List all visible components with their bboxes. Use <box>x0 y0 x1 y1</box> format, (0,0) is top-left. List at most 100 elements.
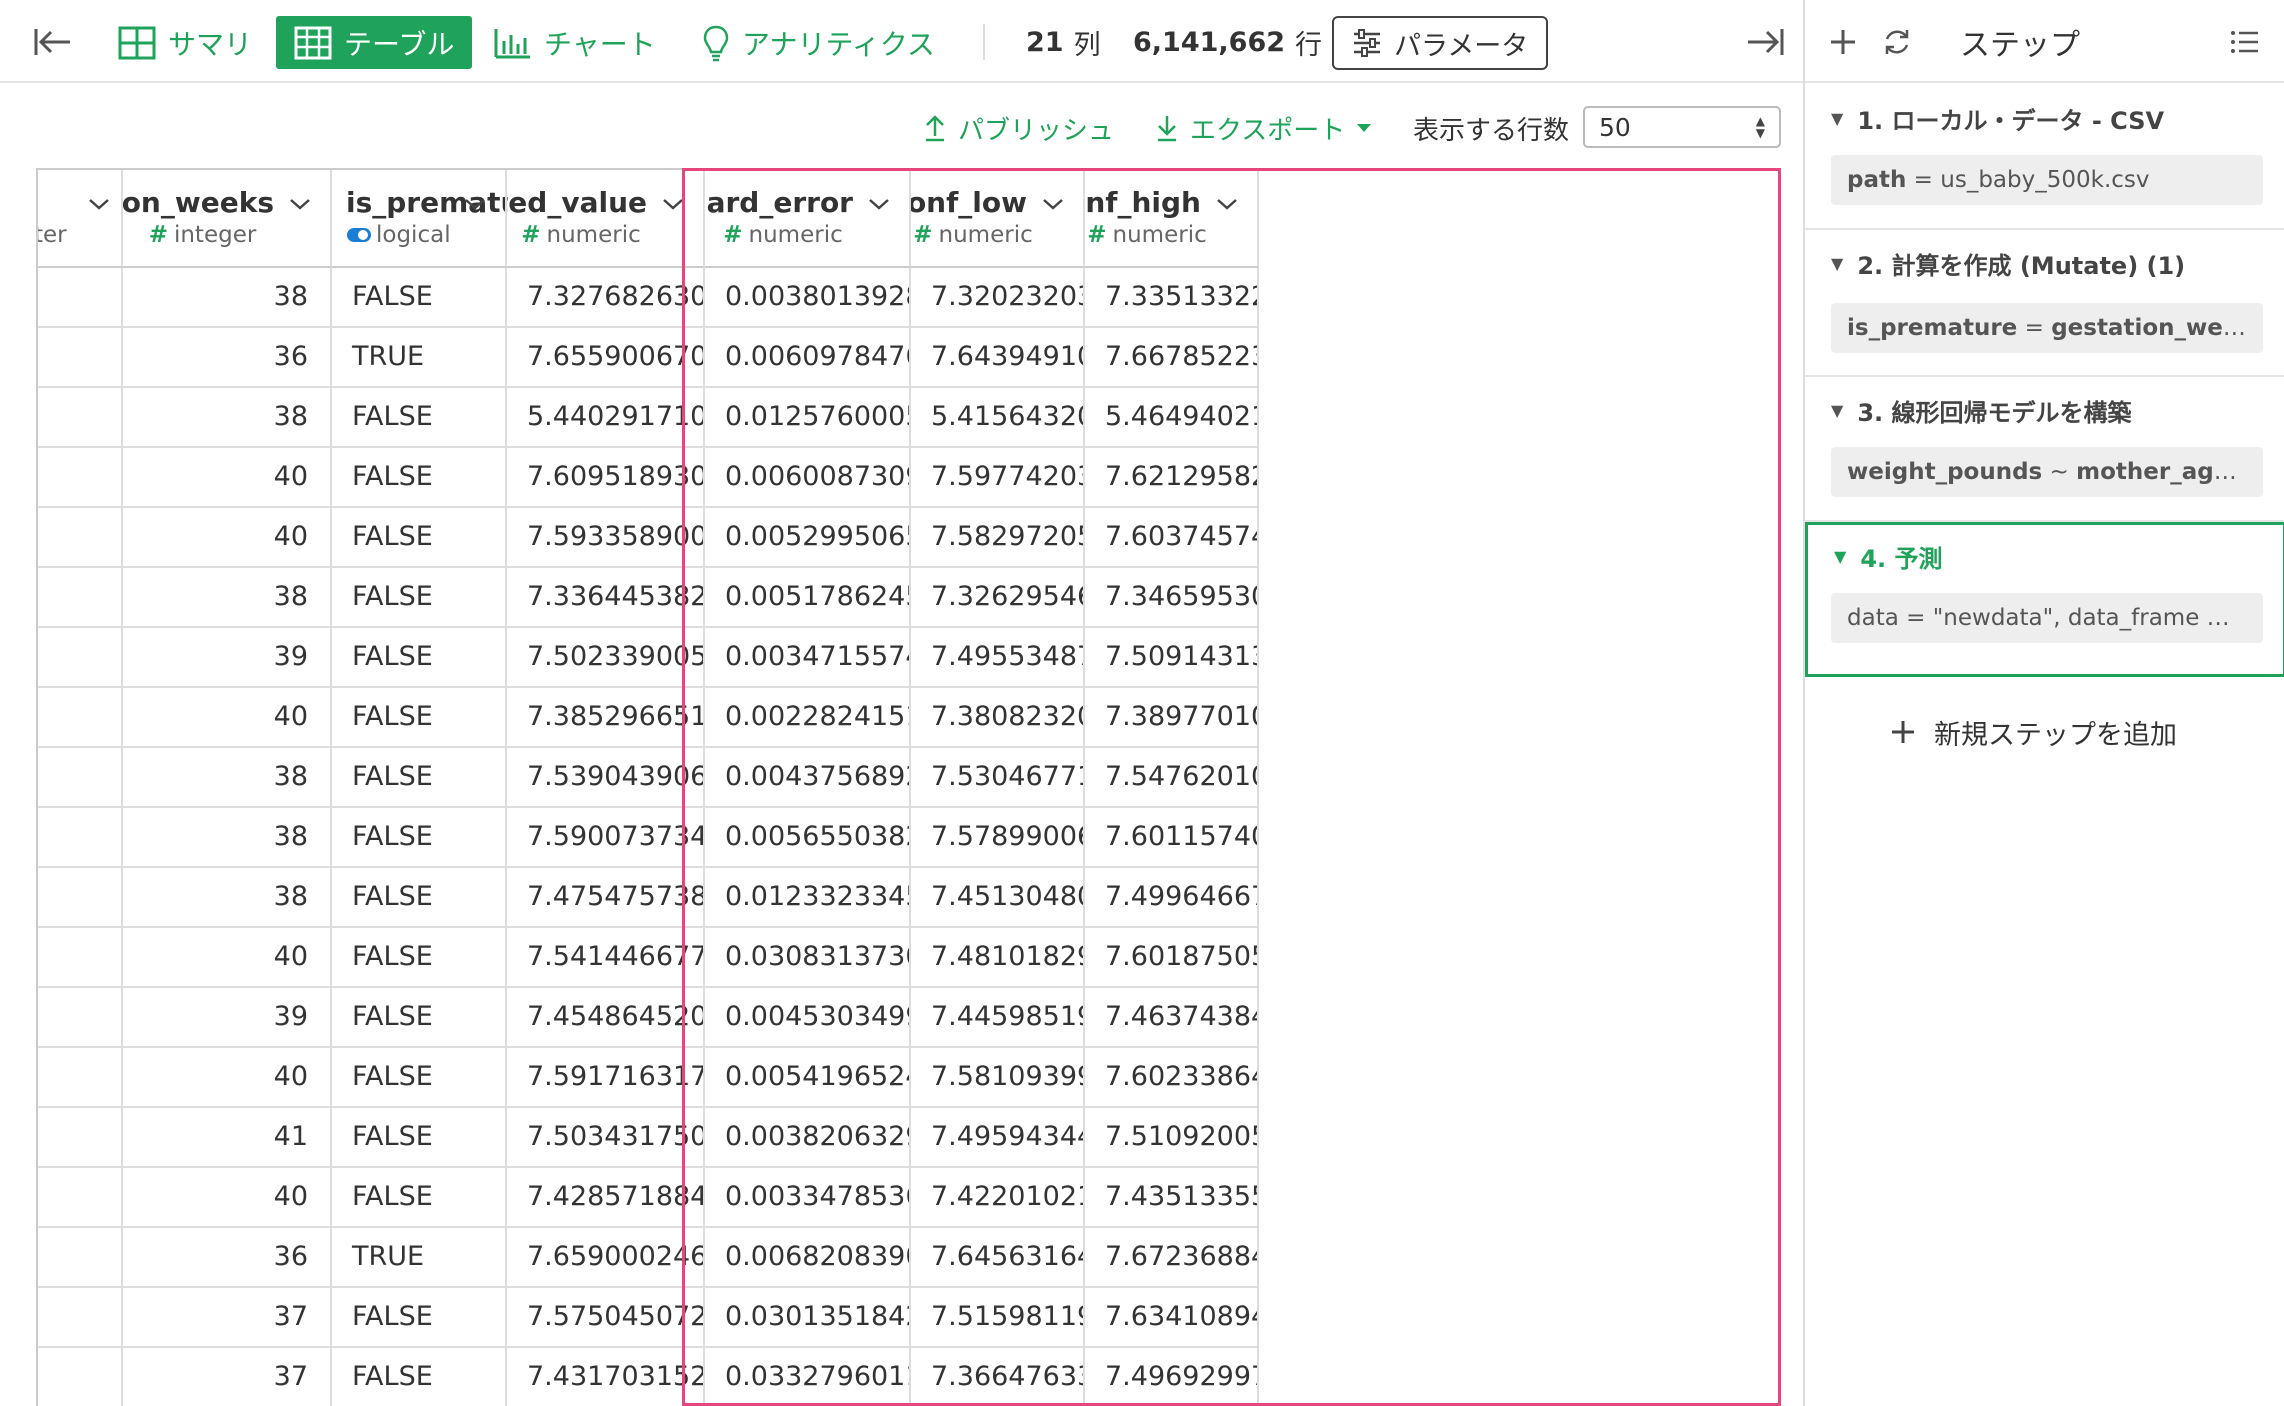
column-header-standard-error[interactable]: standard_error #numeric <box>705 170 911 268</box>
column-header-partial[interactable]: ter <box>36 170 123 268</box>
column-menu-icon[interactable] <box>1041 196 1065 215</box>
tab-table[interactable]: テーブル <box>276 16 473 69</box>
steps-panel: ステップ ▼ 1. ローカル・データ - CSV path = us_baby_… <box>1803 0 2284 1406</box>
step-1-local-csv[interactable]: ▼ 1. ローカル・データ - CSV path = us_baby_500k.… <box>1805 85 2284 230</box>
column-menu-icon[interactable] <box>867 196 891 215</box>
column-type: # numeric <box>1085 222 1209 248</box>
step-3-summary[interactable]: weight_pounds ~ mother_age + fa… <box>1831 447 2263 497</box>
add-step-icon-button[interactable] <box>1823 22 1863 62</box>
column-menu-icon[interactable] <box>87 196 111 215</box>
collapse-right-button[interactable] <box>1740 20 1790 64</box>
table-cell-partial <box>36 1348 123 1406</box>
parameters-button[interactable]: パラメータ <box>1332 16 1549 70</box>
table-cell: 7.59774203381 <box>911 448 1085 508</box>
tab-chart-label: チャート <box>544 27 656 61</box>
table-cell: 7.428571884933 <box>507 1168 705 1228</box>
step-4-summary[interactable]: data = "newdata", data_frame = na… <box>1831 593 2263 643</box>
table-cell-partial <box>36 448 123 508</box>
table-cell: 7.346595300511 <box>1085 568 1259 628</box>
table-cell: 0.01257600059798 <box>705 388 911 448</box>
table-cell: 7.601875058453 <box>1085 928 1259 988</box>
tab-chart[interactable]: チャート <box>478 16 672 69</box>
table-cell: 7.499646670342 <box>1085 868 1259 928</box>
table-cell: TRUE <box>332 328 507 388</box>
caret-down-icon <box>1357 124 1372 132</box>
column-menu-icon[interactable] <box>288 196 312 215</box>
column-type-label: logical <box>376 222 451 248</box>
table-cell: 7.336445382843 <box>507 568 705 628</box>
table-cell-partial <box>36 748 123 808</box>
table-cell: 7.510920053111 <box>1085 1108 1259 1168</box>
step-1-summary[interactable]: path = us_baby_500k.csv <box>1831 155 2263 205</box>
table-cell: 7.481018296988 <box>911 928 1085 988</box>
collapse-left-button[interactable] <box>28 20 78 64</box>
table-cell: 0.005419652478722 <box>705 1048 911 1108</box>
table-cell: 7.451304807154 <box>911 868 1085 928</box>
column-type: # numeric <box>705 222 861 248</box>
step-2-mutate[interactable]: ▼ 2. 計算を作成 (Mutate) (1) is_premature = g… <box>1805 230 2284 377</box>
table-cell: 37 <box>123 1288 332 1348</box>
summary-grid-icon <box>118 26 156 59</box>
table-cell: 0.01233233456567 <box>705 868 911 928</box>
column-menu-icon[interactable] <box>661 196 685 215</box>
add-new-step-button[interactable]: 新規ステップを追加 <box>1890 712 2177 752</box>
column-menu-icon[interactable] <box>463 196 487 215</box>
table-cell: FALSE <box>332 1048 507 1108</box>
table-cell-partial <box>36 988 123 1048</box>
table-cell: 7.49692997231 <box>1085 1348 1259 1406</box>
table-cell-partial <box>36 1048 123 1108</box>
table-cell: FALSE <box>332 508 507 568</box>
step-2-title: 2. 計算を作成 (Mutate) (1) <box>1857 252 2186 280</box>
column-header-gestation-weeks[interactable]: gestation_weeks #integer <box>123 170 332 268</box>
column-header-conf-low[interactable]: conf_low #numeric <box>911 170 1085 268</box>
list-icon <box>2231 31 2258 53</box>
export-button[interactable]: エクスポート <box>1156 107 1385 149</box>
main-toolbar: サマリ テーブル チャート アナリティクス 21 列 6,141,662 行 パ… <box>0 0 1803 83</box>
step-expand-icon: ▼ <box>1834 547 1847 566</box>
column-type: # numeric <box>507 222 655 248</box>
table-cell: 7.581093993624 <box>911 1048 1085 1108</box>
step-1-operator: = <box>1906 167 1941 193</box>
table-cell: 40 <box>123 1048 332 1108</box>
table-cell: 36 <box>123 1228 332 1288</box>
table-cell: 7.54144667772 <box>507 928 705 988</box>
column-count-value: 21 <box>1026 26 1064 58</box>
tab-analytics[interactable]: アナリティクス <box>686 16 951 69</box>
column-type: logical <box>346 222 451 248</box>
refresh-button[interactable] <box>1877 22 1917 62</box>
publish-button[interactable]: パブリッシュ <box>924 107 1114 149</box>
table-cell: TRUE <box>332 1228 507 1288</box>
sliders-icon <box>1354 29 1380 57</box>
parameters-label: パラメータ <box>1394 30 1529 62</box>
steps-panel-title: ステップ <box>1960 28 2080 63</box>
table-cell: 7.602338640958 <box>1085 1048 1259 1108</box>
row-count: 6,141,662 行 <box>1133 22 1322 62</box>
column-header-is-premature[interactable]: is_prematurelogical <box>332 170 507 268</box>
table-cell-partial <box>36 808 123 868</box>
table-cell: 7.609518930057 <box>507 448 705 508</box>
table-cell: FALSE <box>332 268 507 328</box>
table-cell: FALSE <box>332 1348 507 1406</box>
rows-display-select[interactable]: 50 ▲ ▼ <box>1583 106 1781 148</box>
column-type-label: numeric <box>546 222 641 248</box>
table-cell: FALSE <box>332 628 507 688</box>
table-cell: 7.380823200304 <box>911 688 1085 748</box>
step-2-title-row: ▼ 2. 計算を作成 (Mutate) (1) <box>1831 246 2185 281</box>
table-cell: 38 <box>123 568 332 628</box>
column-header-predicted-value[interactable]: predicted_value #numeric <box>507 170 705 268</box>
step-expand-icon: ▼ <box>1831 109 1844 128</box>
step-2-summary[interactable]: is_premature = gestation_weeks … <box>1831 303 2263 353</box>
step-4-predict[interactable]: ▼ 4. 予測 data = "newdata", data_frame = n… <box>1805 522 2284 677</box>
column-header-conf-high[interactable]: conf_high #numeric <box>1085 170 1259 268</box>
step-list-button[interactable] <box>2225 22 2265 62</box>
table-cell: 0.03013518422416 <box>705 1288 911 1348</box>
table-cell: FALSE <box>332 748 507 808</box>
step-3-linear-regression[interactable]: ▼ 3. 線形回帰モデルを構築 weight_pounds ~ mother_a… <box>1805 377 2284 522</box>
table-cell: 38 <box>123 868 332 928</box>
table-cell: 7.335133223468 <box>1085 268 1259 328</box>
table-cell: 7.502339005167 <box>507 628 705 688</box>
column-menu-icon[interactable] <box>1215 196 1239 215</box>
rows-display-value: 50 <box>1599 112 1631 142</box>
tab-summary[interactable]: サマリ <box>102 16 268 69</box>
table-cell: 0.003347853676107 <box>705 1168 911 1228</box>
